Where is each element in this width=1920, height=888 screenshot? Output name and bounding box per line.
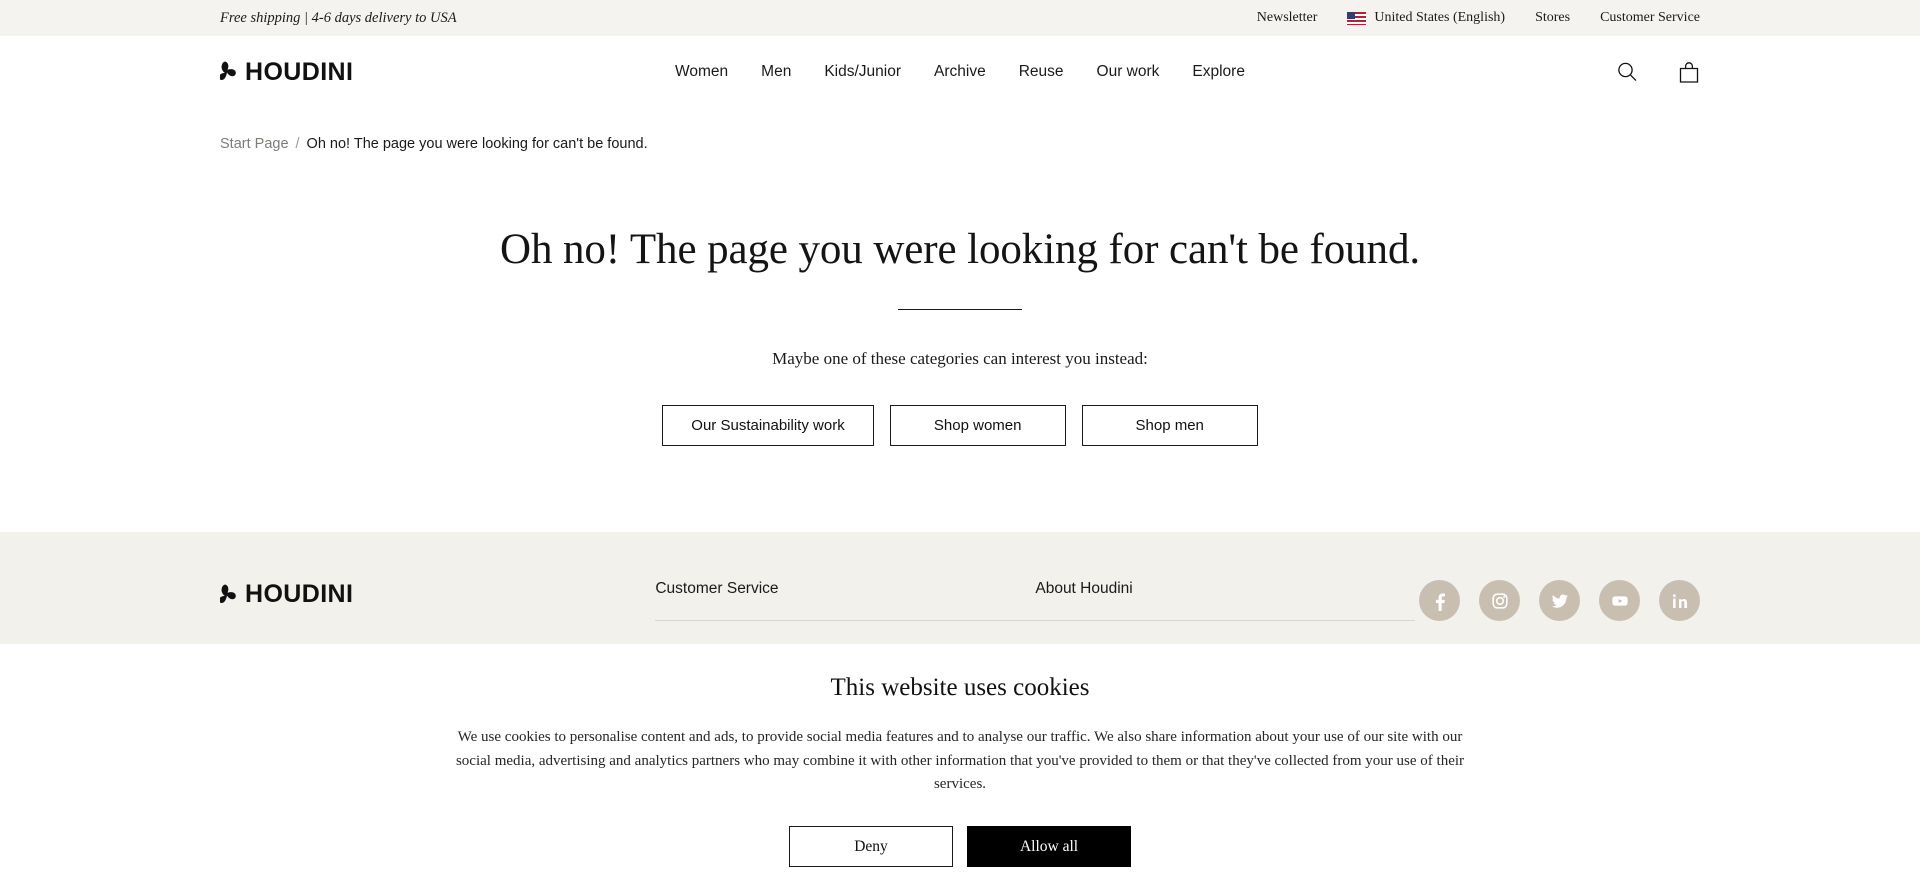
nav-item-women[interactable]: Women (675, 63, 728, 81)
promo-text: Free shipping | 4-6 days delivery to USA (220, 9, 457, 26)
top-utility-bar: Free shipping | 4-6 days delivery to USA… (0, 0, 1920, 36)
breadcrumb-home[interactable]: Start Page (220, 136, 289, 152)
footer-column-divider (1035, 620, 1416, 621)
main-navigation: Women Men Kids/Junior Archive Reuse Our … (675, 63, 1245, 81)
twitter-icon[interactable] (1539, 580, 1580, 621)
nav-item-reuse[interactable]: Reuse (1019, 63, 1064, 81)
linkedin-icon[interactable] (1659, 580, 1700, 621)
search-icon[interactable] (1616, 61, 1638, 83)
shop-men-button[interactable]: Shop men (1081, 404, 1258, 446)
logo-wordmark: HOUDINI (245, 57, 354, 86)
nav-item-men[interactable]: Men (761, 63, 791, 81)
footer-logo[interactable]: HOUDINI (220, 580, 353, 609)
customer-service-link[interactable]: Customer Service (1600, 10, 1700, 26)
cookie-banner-title: This website uses cookies (830, 674, 1090, 701)
sustainability-work-button[interactable]: Our Sustainability work (662, 404, 874, 446)
footer-heading-about-houdini[interactable]: About Houdini (1035, 580, 1415, 598)
suggestion-text: Maybe one of these categories can intere… (772, 348, 1148, 368)
breadcrumb-separator: / (295, 136, 300, 152)
cookie-banner-text: We use cookies to personalise content an… (455, 729, 1465, 793)
top-utility-links: Newsletter United States (English) Store… (1257, 10, 1700, 26)
cookie-button-group: Deny Allow all (0, 826, 1920, 868)
footer-heading-customer-service[interactable]: Customer Service (655, 580, 1035, 598)
breadcrumb: Start Page / Oh no! The page you were lo… (0, 108, 1920, 152)
facebook-icon[interactable] (1419, 580, 1460, 621)
social-links (1419, 580, 1700, 621)
youtube-icon[interactable] (1599, 580, 1640, 621)
us-flag-icon (1347, 11, 1367, 25)
nav-item-kids-junior[interactable]: Kids/Junior (824, 63, 901, 81)
nav-item-our-work[interactable]: Our work (1097, 63, 1160, 81)
houdini-mark-icon (220, 584, 236, 603)
title-divider (898, 308, 1022, 310)
site-header: HOUDINI Women Men Kids/Junior Archive Re… (0, 36, 1920, 108)
locale-selector[interactable]: United States (English) (1347, 10, 1505, 26)
page-title: Oh no! The page you were looking for can… (499, 226, 1420, 273)
newsletter-link[interactable]: Newsletter (1257, 10, 1318, 26)
footer-logo-wordmark: HOUDINI (245, 580, 354, 608)
footer-grid: HOUDINI Customer Service About Houdini (220, 580, 1700, 621)
nav-item-archive[interactable]: Archive (934, 63, 986, 81)
houdini-mark-icon (220, 61, 236, 81)
locale-label: United States (English) (1374, 10, 1506, 25)
nav-item-explore[interactable]: Explore (1192, 63, 1245, 81)
footer-column-customer-service: Customer Service (655, 580, 1036, 621)
footer-column-divider (655, 620, 1036, 621)
deny-cookies-button[interactable]: Deny (789, 826, 953, 868)
header-logo[interactable]: HOUDINI (220, 58, 353, 87)
shopping-bag-icon[interactable] (1678, 61, 1700, 84)
breadcrumb-current: Oh no! The page you were looking for can… (306, 136, 648, 152)
shop-women-button[interactable]: Shop women (889, 404, 1066, 446)
category-button-group: Our Sustainability work Shop women Shop … (0, 404, 1920, 446)
header-icon-group (1616, 61, 1700, 84)
allow-all-cookies-button[interactable]: Allow all (967, 826, 1131, 868)
footer-column-about-houdini: About Houdini (1035, 580, 1416, 621)
stores-link[interactable]: Stores (1535, 10, 1570, 26)
instagram-icon[interactable] (1479, 580, 1520, 621)
error-page-content: Oh no! The page you were looking for can… (0, 152, 1920, 446)
cookie-consent-banner: This website uses cookies We use cookies… (0, 644, 1920, 888)
